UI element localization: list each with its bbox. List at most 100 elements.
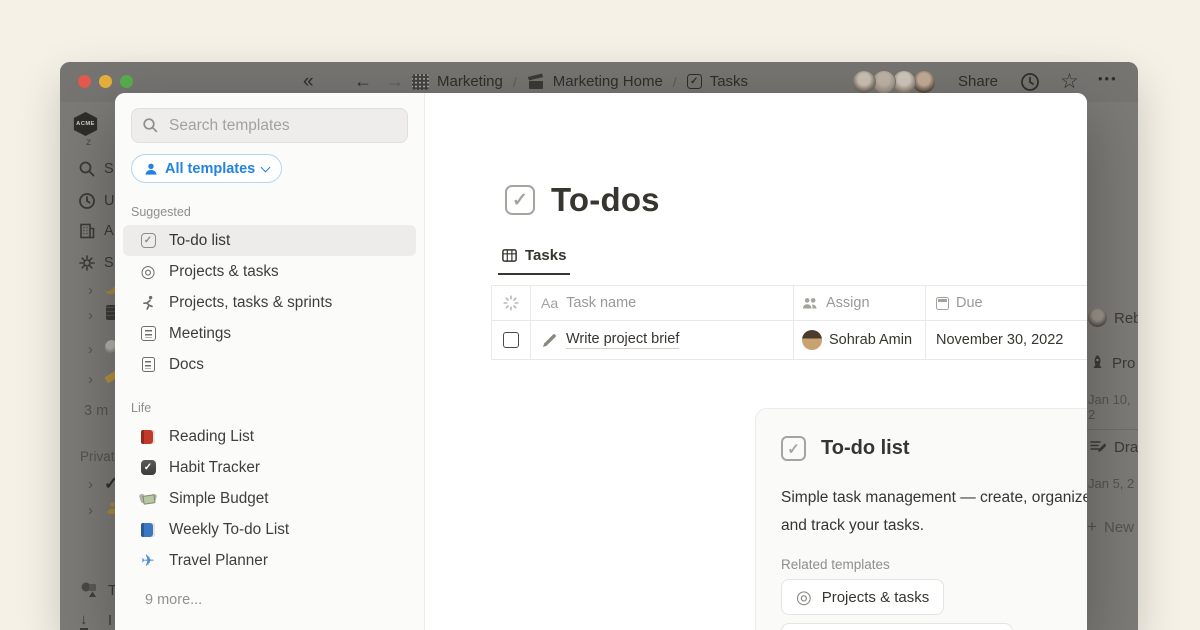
template-item-reading-list[interactable]: Reading List (123, 421, 416, 452)
template-item-weekly-todo[interactable]: Weekly To-do List (123, 514, 416, 545)
template-item-projects-tasks[interactable]: ◎ Projects & tasks (123, 256, 416, 287)
template-item-projects-tasks-sprints[interactable]: Projects, tasks & sprints (123, 287, 416, 318)
pencil-icon (541, 332, 558, 349)
breadcrumb-separator: / (673, 74, 677, 90)
plus-icon: + (1087, 517, 1097, 537)
sidebar-item-teamspaces: A (104, 223, 114, 239)
teamspaces-building-icon (78, 222, 96, 240)
dark-check-icon: ✓ (139, 460, 157, 475)
column-header-assign[interactable]: Assign (794, 286, 926, 320)
settings-gear-icon (78, 254, 96, 272)
zoom-button[interactable] (120, 75, 133, 88)
table-row: Write project brief Sohrab Amin November… (491, 321, 1087, 360)
text-type-icon: Aa (541, 295, 558, 311)
template-search[interactable] (131, 108, 408, 143)
template-item-label: Projects, tasks & sprints (169, 294, 332, 312)
breadcrumb-separator: / (513, 74, 517, 90)
filter-label: All templates (165, 161, 255, 177)
meeting-doc-icon (139, 326, 157, 341)
template-item-docs[interactable]: Docs (123, 349, 416, 380)
sidebar-collapse-icon[interactable]: « (303, 71, 312, 93)
star-favorite-icon[interactable]: ☆ (1060, 69, 1079, 94)
task-checkbox[interactable] (503, 332, 519, 348)
page-card-person-name: Reb (1114, 310, 1138, 327)
clock-history-icon[interactable] (1020, 72, 1040, 92)
presence-avatar[interactable] (852, 70, 876, 94)
template-list-panel: All templates Suggested ✓ To-do list ◎ P… (115, 93, 425, 630)
more-options-icon[interactable]: ••• (1098, 71, 1118, 86)
import-download-icon: ↓ (80, 612, 88, 630)
template-item-habit-tracker[interactable]: ✓ Habit Tracker (123, 452, 416, 483)
row-checkbox-cell[interactable] (491, 321, 531, 359)
task-title-link[interactable]: Write project brief (566, 331, 679, 349)
related-template-label: Projects & tasks (822, 589, 930, 606)
sidebar-item-updates: U (104, 193, 114, 209)
updates-clock-icon (78, 192, 96, 210)
page-card-date: Jan 10, 2 (1088, 392, 1138, 422)
related-template-chip-partial[interactable] (781, 623, 1013, 630)
table-view-icon (502, 249, 517, 262)
breadcrumb: Marketing / Marketing Home / ✓ Tasks (412, 73, 748, 90)
new-page-button: New (1104, 519, 1134, 536)
breadcrumb-item-marketing-home[interactable]: Marketing Home (553, 73, 663, 90)
bullseye-icon: ◎ (139, 263, 157, 280)
checkbox-icon: ✓ (139, 233, 157, 248)
close-button[interactable] (78, 75, 91, 88)
checkbox-icon: ✓ (781, 436, 806, 461)
related-template-projects-tasks[interactable]: ◎ Projects & tasks (781, 579, 944, 615)
template-item-simple-budget[interactable]: Simple Budget (123, 483, 416, 514)
template-item-label: Docs (169, 356, 204, 374)
breadcrumb-item-tasks[interactable]: Tasks (710, 73, 748, 90)
task-name-cell[interactable]: Write project brief (531, 321, 794, 359)
minimize-button[interactable] (99, 75, 112, 88)
calendar-icon (936, 297, 949, 310)
sidebar-item-settings: S (104, 255, 114, 271)
breadcrumb-item-marketing[interactable]: Marketing (437, 73, 503, 90)
back-arrow-icon[interactable]: ← (354, 71, 372, 92)
tab-tasks[interactable]: Tasks (498, 247, 570, 275)
template-item-label: Weekly To-do List (169, 521, 289, 539)
red-book-icon (139, 430, 157, 444)
due-date-cell[interactable]: November 30, 2022 (926, 321, 1087, 359)
card-template-title: To-do list (821, 437, 910, 460)
memo-emoji-icon (1090, 439, 1106, 454)
chevron-right-icon: › (88, 476, 93, 493)
share-button[interactable]: Share (958, 73, 998, 90)
template-item-label: Reading List (169, 428, 254, 446)
person-icon (144, 162, 158, 176)
airplane-icon: ✈ (139, 551, 157, 571)
template-item-label: Travel Planner (169, 552, 268, 570)
checkbox-icon: ✓ (687, 74, 702, 89)
template-preview-panel: ✓ To-dos Tasks Aa Ta (425, 93, 1087, 630)
money-icon (139, 493, 157, 505)
filter-all-templates[interactable]: All templates (131, 154, 282, 183)
acme-workspace-logo: ACME (72, 112, 99, 136)
view-tabbar: Tasks (498, 247, 570, 275)
checkbox-icon: ✓ (505, 185, 535, 215)
page-title-text: To-dos (551, 181, 660, 219)
template-item-travel-planner[interactable]: ✈ Travel Planner (123, 545, 416, 576)
template-item-todo-list[interactable]: ✓ To-do list (123, 225, 416, 256)
search-icon (78, 160, 96, 178)
search-input[interactable] (167, 116, 397, 136)
search-icon (142, 117, 159, 134)
clapperboard-icon (527, 73, 545, 90)
tasks-table: Aa Task name Assign Due (491, 285, 1087, 360)
desktop-background: « ← → Marketing / Marketing Home / ✓ Tas… (0, 0, 1200, 630)
more-templates-link[interactable]: 9 more... (145, 592, 424, 608)
sidebar-item-import: I (108, 613, 112, 629)
assignee-avatar (802, 330, 822, 350)
assignee-cell[interactable]: Sohrab Amin (794, 321, 926, 359)
people-icon (802, 297, 819, 310)
column-header-due[interactable]: Due (926, 286, 1087, 320)
template-description: Simple task management — create, organiz… (781, 484, 1087, 540)
related-templates-label: Related templates (781, 557, 890, 572)
rocket-emoji-icon (1090, 354, 1105, 371)
template-item-meetings[interactable]: Meetings (123, 318, 416, 349)
sidebar-item-search: S (104, 161, 114, 177)
column-header-task-name[interactable]: Aa Task name (531, 286, 794, 320)
loading-spinner-icon (491, 286, 531, 320)
forward-arrow-icon[interactable]: → (386, 71, 404, 92)
chevron-right-icon: › (88, 307, 93, 324)
chevron-right-icon: › (88, 502, 93, 519)
